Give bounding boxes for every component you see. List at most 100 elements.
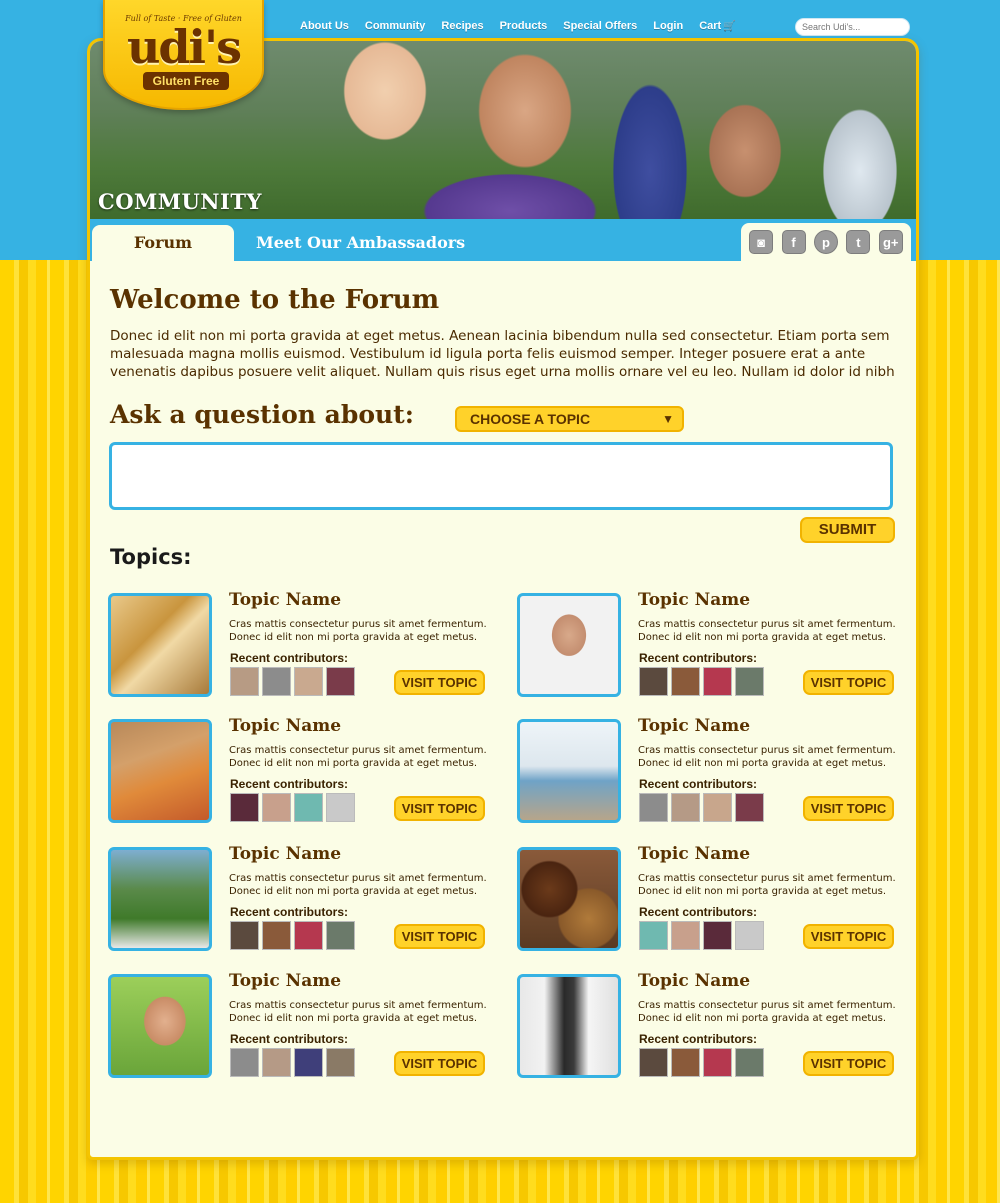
avatar[interactable] bbox=[326, 793, 355, 822]
avatar[interactable] bbox=[703, 921, 732, 950]
topic-thumbnail[interactable] bbox=[108, 974, 212, 1078]
avatar[interactable] bbox=[671, 921, 700, 950]
avatar[interactable] bbox=[703, 1048, 732, 1077]
avatar[interactable] bbox=[735, 921, 764, 950]
cart-icon: 🛒 bbox=[723, 21, 736, 32]
avatar[interactable] bbox=[671, 793, 700, 822]
nav-community[interactable]: Community bbox=[365, 20, 426, 38]
avatar[interactable] bbox=[262, 793, 291, 822]
avatar[interactable] bbox=[230, 1048, 259, 1077]
tab-bar: Forum Meet Our Ambassadors ◙ f p t g+ bbox=[90, 219, 916, 261]
visit-topic-button[interactable]: VISIT TOPIC bbox=[394, 796, 485, 821]
avatar[interactable] bbox=[735, 1048, 764, 1077]
topic-name[interactable]: Topic Name bbox=[229, 971, 341, 991]
topic-thumbnail[interactable] bbox=[108, 719, 212, 823]
nav-about-us[interactable]: About Us bbox=[300, 20, 349, 38]
nav-recipes[interactable]: Recipes bbox=[441, 20, 483, 38]
nav-products[interactable]: Products bbox=[500, 20, 548, 38]
main-nav: About Us Community Recipes Products Spec… bbox=[300, 20, 736, 38]
topic-name[interactable]: Topic Name bbox=[229, 716, 341, 736]
topic-thumbnail[interactable] bbox=[517, 719, 621, 823]
nav-cart-label: Cart bbox=[699, 20, 722, 32]
avatar[interactable] bbox=[639, 1048, 668, 1077]
topic-select[interactable]: CHOOSE A TOPIC ▼ bbox=[455, 406, 684, 432]
visit-topic-button[interactable]: VISIT TOPIC bbox=[803, 924, 894, 949]
avatar[interactable] bbox=[639, 793, 668, 822]
question-input[interactable] bbox=[109, 442, 893, 510]
topic-name[interactable]: Topic Name bbox=[638, 590, 750, 610]
visit-topic-button[interactable]: VISIT TOPIC bbox=[394, 1051, 485, 1076]
topic-description: Cras mattis consectetur purus sit amet f… bbox=[638, 872, 898, 898]
avatar[interactable] bbox=[294, 793, 323, 822]
visit-topic-button[interactable]: VISIT TOPIC bbox=[803, 796, 894, 821]
avatar[interactable] bbox=[639, 921, 668, 950]
topic-name[interactable]: Topic Name bbox=[638, 971, 750, 991]
topic-thumbnail[interactable] bbox=[517, 974, 621, 1078]
topic-desc-line: Donec id elit non mi porta gravida at eg… bbox=[638, 1013, 887, 1024]
topic-name[interactable]: Topic Name bbox=[638, 716, 750, 736]
topic-name[interactable]: Topic Name bbox=[229, 590, 341, 610]
topic-card: Topic Name Cras mattis consectetur purus… bbox=[517, 716, 897, 825]
avatar[interactable] bbox=[703, 793, 732, 822]
avatar[interactable] bbox=[671, 1048, 700, 1077]
recent-contributors-label: Recent contributors: bbox=[639, 651, 758, 665]
avatar[interactable] bbox=[262, 921, 291, 950]
twitter-icon[interactable]: t bbox=[846, 230, 871, 254]
tab-meet-our-ambassadors[interactable]: Meet Our Ambassadors bbox=[256, 225, 465, 261]
topic-name[interactable]: Topic Name bbox=[229, 844, 341, 864]
topic-description: Cras mattis consectetur purus sit amet f… bbox=[229, 999, 489, 1025]
avatar[interactable] bbox=[735, 793, 764, 822]
avatar[interactable] bbox=[326, 667, 355, 696]
contributors-avatars bbox=[639, 921, 764, 950]
avatar[interactable] bbox=[639, 667, 668, 696]
topic-desc-line: Cras mattis consectetur purus sit amet f… bbox=[638, 1000, 896, 1011]
submit-button[interactable]: SUBMIT bbox=[800, 517, 895, 543]
topic-select-value: CHOOSE A TOPIC bbox=[470, 411, 591, 427]
topic-thumbnail[interactable] bbox=[108, 593, 212, 697]
avatar[interactable] bbox=[735, 667, 764, 696]
google-plus-icon[interactable]: g+ bbox=[878, 230, 903, 254]
udis-logo[interactable]: Full of Taste · Free of Gluten udi's Glu… bbox=[103, 0, 264, 110]
tab-forum[interactable]: Forum bbox=[92, 225, 234, 261]
visit-topic-button[interactable]: VISIT TOPIC bbox=[394, 670, 485, 695]
avatar[interactable] bbox=[230, 921, 259, 950]
page-title: Welcome to the Forum bbox=[110, 285, 440, 315]
avatar[interactable] bbox=[262, 667, 291, 696]
recent-contributors-label: Recent contributors: bbox=[230, 651, 349, 665]
contributors-avatars bbox=[639, 793, 764, 822]
avatar[interactable] bbox=[294, 667, 323, 696]
visit-topic-button[interactable]: VISIT TOPIC bbox=[803, 1051, 894, 1076]
topic-thumbnail[interactable] bbox=[517, 847, 621, 951]
recent-contributors-label: Recent contributors: bbox=[230, 905, 349, 919]
instagram-icon[interactable]: ◙ bbox=[749, 230, 774, 254]
topic-thumbnail[interactable] bbox=[108, 847, 212, 951]
avatar[interactable] bbox=[294, 921, 323, 950]
visit-topic-button[interactable]: VISIT TOPIC bbox=[394, 924, 485, 949]
avatar[interactable] bbox=[230, 667, 259, 696]
avatar[interactable] bbox=[230, 793, 259, 822]
search-input[interactable] bbox=[795, 18, 910, 36]
facebook-icon[interactable]: f bbox=[781, 230, 806, 254]
topic-desc-line: Donec id elit non mi porta gravida at eg… bbox=[638, 632, 887, 643]
avatar[interactable] bbox=[262, 1048, 291, 1077]
avatar[interactable] bbox=[703, 667, 732, 696]
avatar[interactable] bbox=[294, 1048, 323, 1077]
avatar[interactable] bbox=[671, 667, 700, 696]
topic-card: Topic Name Cras mattis consectetur purus… bbox=[108, 716, 488, 825]
nav-login[interactable]: Login bbox=[653, 20, 683, 38]
topic-name[interactable]: Topic Name bbox=[638, 844, 750, 864]
contributors-avatars bbox=[639, 667, 764, 696]
contributors-avatars bbox=[639, 1048, 764, 1077]
topic-card: Topic Name Cras mattis consectetur purus… bbox=[517, 971, 897, 1080]
recent-contributors-label: Recent contributors: bbox=[230, 777, 349, 791]
avatar[interactable] bbox=[326, 921, 355, 950]
pinterest-icon[interactable]: p bbox=[813, 230, 838, 254]
topic-thumbnail[interactable] bbox=[517, 593, 621, 697]
topic-desc-line: Cras mattis consectetur purus sit amet f… bbox=[229, 745, 487, 756]
visit-topic-button[interactable]: VISIT TOPIC bbox=[803, 670, 894, 695]
nav-cart[interactable]: Cart 🛒 bbox=[699, 20, 735, 38]
avatar[interactable] bbox=[326, 1048, 355, 1077]
topic-desc-line: Cras mattis consectetur purus sit amet f… bbox=[229, 873, 487, 884]
nav-special-offers[interactable]: Special Offers bbox=[563, 20, 637, 38]
topic-desc-line: Cras mattis consectetur purus sit amet f… bbox=[638, 873, 896, 884]
